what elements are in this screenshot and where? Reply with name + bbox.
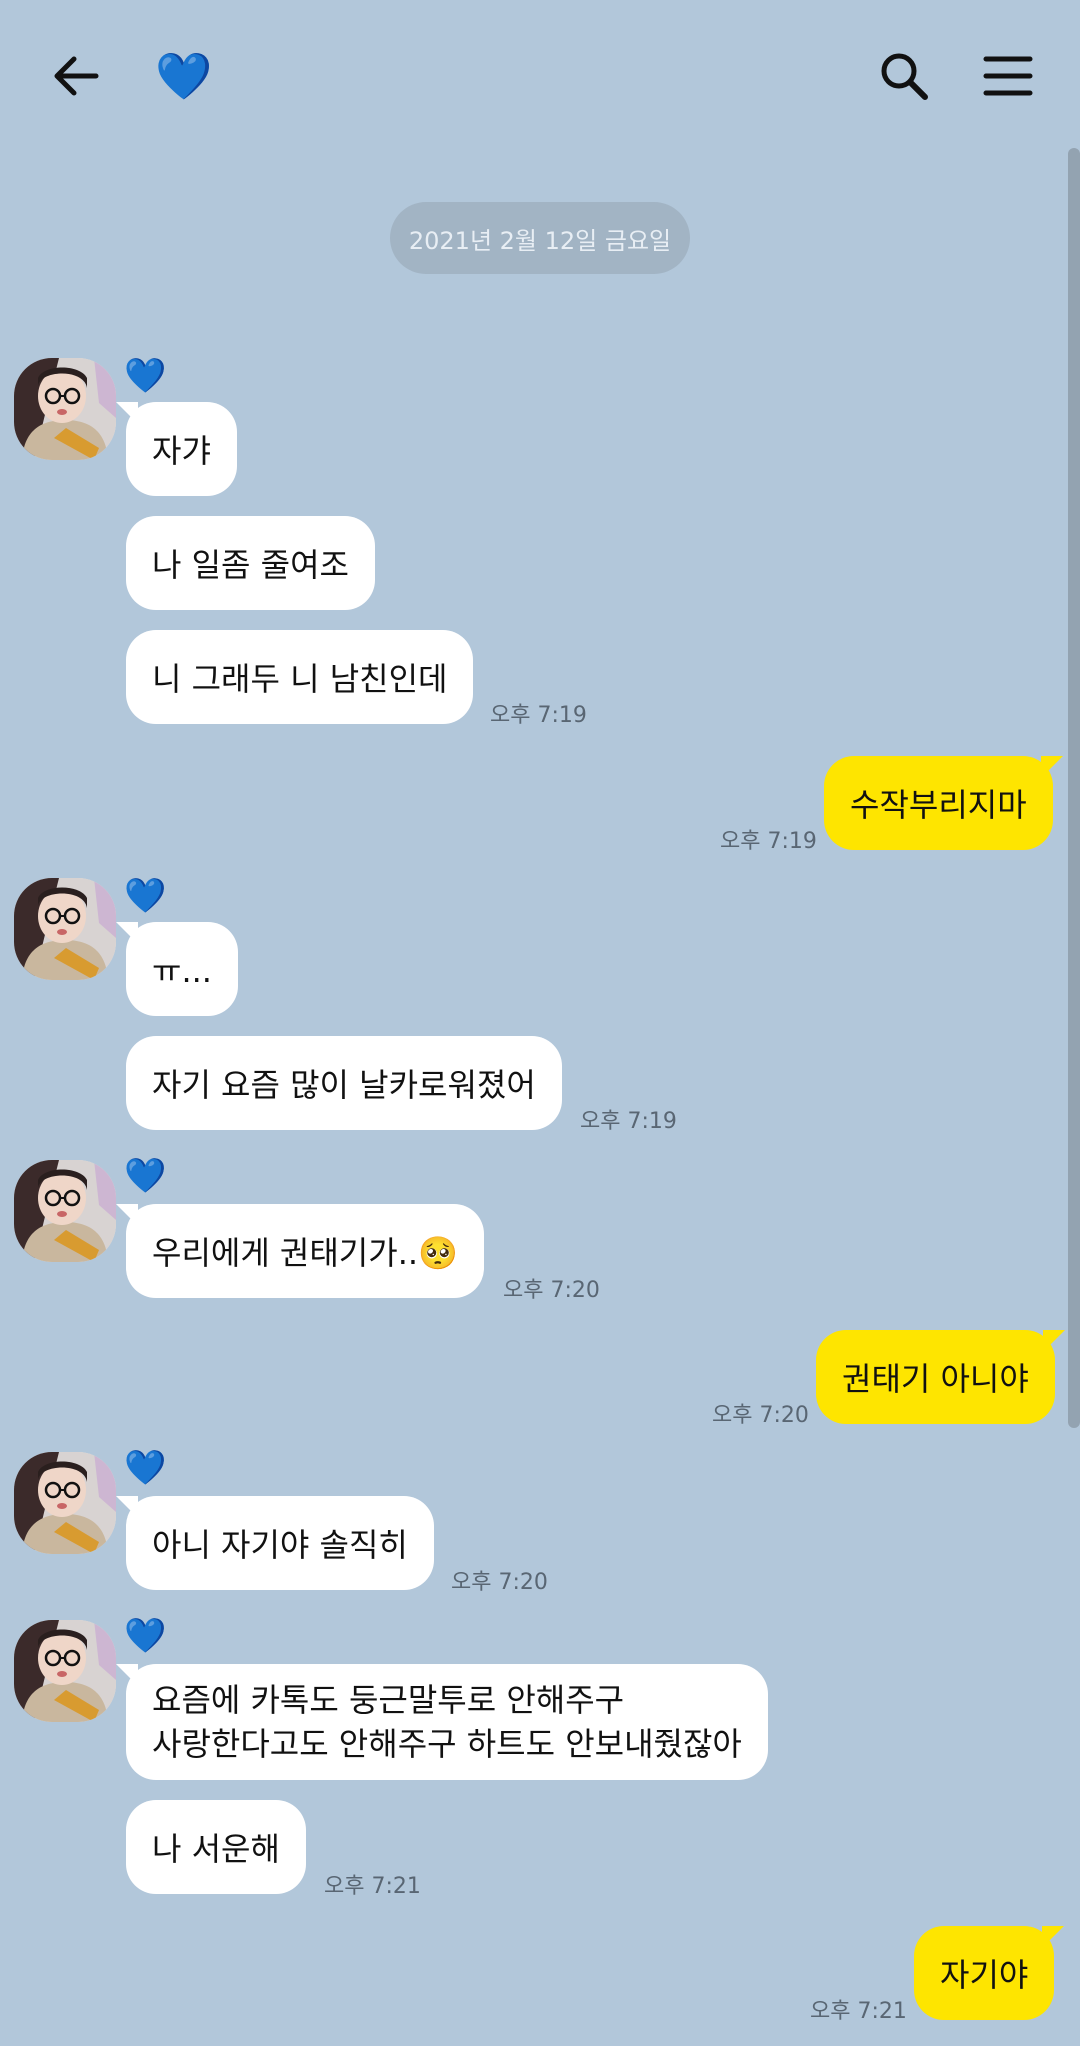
- avatar[interactable]: [14, 1620, 116, 1722]
- profile-photo: [14, 1452, 116, 1554]
- message-timestamp: 오후 7:20: [712, 1403, 809, 1428]
- profile-photo: [14, 878, 116, 980]
- message-timestamp: 오후 7:19: [580, 1109, 677, 1134]
- menu-button[interactable]: [976, 44, 1040, 108]
- arrow-left-icon: [54, 56, 99, 96]
- message-text: 아니 자기야 솔직히: [152, 1526, 408, 1564]
- sender-name-heart-icon: 💙: [124, 356, 167, 396]
- message-text: 권태기 아니야: [842, 1360, 1029, 1398]
- hamburger-menu-icon: [983, 56, 1033, 96]
- message-timestamp: 오후 7:19: [720, 829, 817, 854]
- message-timestamp: 오후 7:20: [451, 1570, 548, 1595]
- message-bubble-incoming[interactable]: 나 서운해: [126, 1800, 306, 1894]
- message-text-line: 사랑한다고도 안해주구 하트도 안보내줬잖아: [152, 1725, 742, 1763]
- avatar[interactable]: [14, 1452, 116, 1554]
- message-bubble-outgoing[interactable]: 자기야: [914, 1926, 1065, 2020]
- message-text: 자기야: [940, 1956, 1029, 1994]
- avatar[interactable]: [14, 1160, 116, 1262]
- avatar[interactable]: [14, 878, 116, 980]
- message-bubble-incoming[interactable]: 자갸: [116, 402, 237, 496]
- back-button[interactable]: [44, 44, 108, 108]
- chat-title-heart-icon: 💙: [155, 48, 213, 103]
- profile-photo: [14, 358, 116, 460]
- sender-name-heart-icon: 💙: [124, 1616, 167, 1656]
- message-bubble-outgoing[interactable]: 권태기 아니야: [816, 1330, 1065, 1424]
- date-divider: 2021년 2월 12일 금요일: [390, 202, 690, 274]
- sender-name-heart-icon: 💙: [124, 1448, 167, 1488]
- sender-name-heart-icon: 💙: [124, 876, 167, 916]
- message-bubble-incoming[interactable]: ㅠ...: [116, 922, 238, 1016]
- avatar[interactable]: [14, 358, 116, 460]
- sender-name-heart-icon: 💙: [124, 1156, 167, 1196]
- message-timestamp: 오후 7:21: [810, 1999, 907, 2024]
- profile-photo: [14, 1160, 116, 1262]
- message-timestamp: 오후 7:19: [490, 703, 587, 728]
- message-bubble-incoming[interactable]: 나 일좀 줄여조: [126, 516, 375, 610]
- message-timestamp: 오후 7:20: [503, 1278, 600, 1303]
- message-text: 나 일좀 줄여조: [152, 546, 349, 584]
- message-text: ㅠ...: [152, 952, 212, 990]
- profile-photo: [14, 1620, 116, 1722]
- message-text: 니 그래두 니 남친인데: [152, 660, 448, 698]
- chat-header: 💙: [0, 0, 1080, 150]
- message-bubble-incoming[interactable]: 아니 자기야 솔직히: [116, 1496, 434, 1590]
- message-text-line: 요즘에 카톡도 둥근말투로 안해주구: [152, 1681, 625, 1719]
- message-text: 나 서운해: [152, 1830, 280, 1868]
- message-bubble-incoming[interactable]: 자기 요즘 많이 날카로워졌어: [126, 1036, 562, 1130]
- message-timestamp: 오후 7:21: [324, 1874, 421, 1899]
- message-text: 수작부리지마: [850, 786, 1027, 824]
- search-icon: [881, 53, 928, 100]
- message-bubble-incoming[interactable]: 우리에게 권태기가..🥺: [116, 1204, 484, 1298]
- message-bubble-incoming[interactable]: 니 그래두 니 남친인데: [126, 630, 474, 724]
- message-bubble-incoming[interactable]: 요즘에 카톡도 둥근말투로 안해주구 사랑한다고도 안해주구 하트도 안보내줬잖…: [116, 1664, 768, 1780]
- message-text: 자갸: [152, 432, 211, 470]
- chat-scrollbar[interactable]: [1068, 148, 1080, 1428]
- message-text: 우리에게 권태기가..🥺: [152, 1234, 458, 1272]
- search-button[interactable]: [872, 44, 936, 108]
- message-bubble-outgoing[interactable]: 수작부리지마: [824, 756, 1063, 850]
- message-text: 자기 요즘 많이 날카로워졌어: [152, 1066, 536, 1104]
